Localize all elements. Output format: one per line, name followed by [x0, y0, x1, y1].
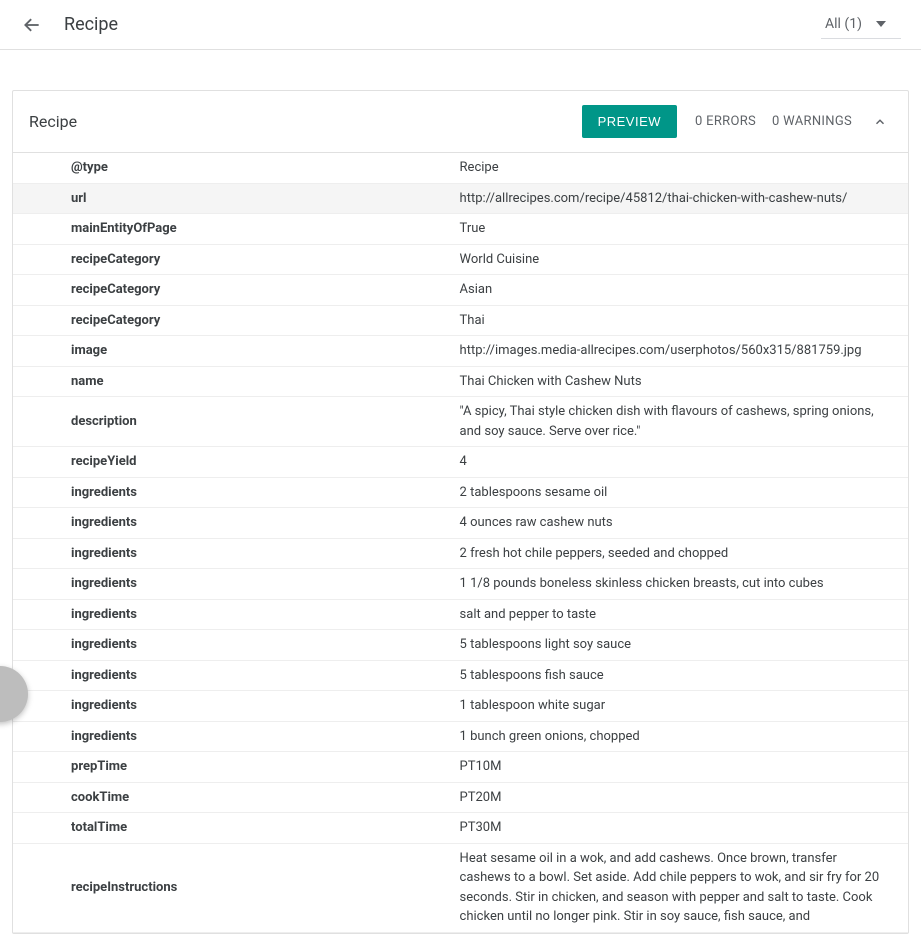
- property-value: Thai Chicken with Cashew Nuts: [452, 366, 908, 397]
- property-value: 4: [452, 447, 908, 478]
- table-row[interactable]: cookTimePT20M: [13, 782, 908, 813]
- property-key: ingredients: [13, 477, 452, 508]
- properties-table: @typeRecipeurlhttp://allrecipes.com/reci…: [13, 153, 908, 933]
- property-key: image: [13, 336, 452, 367]
- property-key: @type: [13, 153, 452, 183]
- property-value: http://images.media-allrecipes.com/userp…: [452, 336, 908, 367]
- property-key: ingredients: [13, 721, 452, 752]
- property-value: Asian: [452, 275, 908, 306]
- table-row[interactable]: @typeRecipe: [13, 153, 908, 183]
- filter-dropdown[interactable]: All (1): [821, 10, 901, 39]
- table-row[interactable]: prepTimePT10M: [13, 752, 908, 783]
- card-title: Recipe: [29, 112, 582, 131]
- property-value: http://allrecipes.com/recipe/45812/thai-…: [452, 183, 908, 214]
- property-value: 5 tablespoons light soy sauce: [452, 630, 908, 661]
- table-row[interactable]: ingredients2 tablespoons sesame oil: [13, 477, 908, 508]
- property-key: ingredients: [13, 630, 452, 661]
- property-key: recipeCategory: [13, 275, 452, 306]
- table-row[interactable]: description"A spicy, Thai style chicken …: [13, 397, 908, 447]
- table-row[interactable]: recipeInstructionsHeat sesame oil in a w…: [13, 843, 908, 932]
- property-value: 5 tablespoons fish sauce: [452, 660, 908, 691]
- table-row[interactable]: ingredients4 ounces raw cashew nuts: [13, 508, 908, 539]
- page-header: Recipe All (1): [0, 0, 921, 50]
- property-key: cookTime: [13, 782, 452, 813]
- property-key: ingredients: [13, 538, 452, 569]
- property-value: 2 tablespoons sesame oil: [452, 477, 908, 508]
- property-value: Recipe: [452, 153, 908, 183]
- table-row[interactable]: mainEntityOfPageTrue: [13, 214, 908, 245]
- table-row[interactable]: ingredients1 tablespoon white sugar: [13, 691, 908, 722]
- chevron-down-icon: [876, 19, 886, 29]
- preview-button[interactable]: PREVIEW: [582, 105, 677, 138]
- table-row[interactable]: nameThai Chicken with Cashew Nuts: [13, 366, 908, 397]
- property-value: Heat sesame oil in a wok, and add cashew…: [452, 843, 908, 932]
- errors-count: 0 ERRORS: [695, 114, 756, 129]
- collapse-button[interactable]: [868, 110, 892, 134]
- property-value: World Cuisine: [452, 244, 908, 275]
- table-row[interactable]: urlhttp://allrecipes.com/recipe/45812/th…: [13, 183, 908, 214]
- table-row[interactable]: imagehttp://images.media-allrecipes.com/…: [13, 336, 908, 367]
- property-key: ingredients: [13, 599, 452, 630]
- property-key: recipeYield: [13, 447, 452, 478]
- table-row[interactable]: ingredients5 tablespoons light soy sauce: [13, 630, 908, 661]
- property-key: ingredients: [13, 691, 452, 722]
- property-key: recipeCategory: [13, 244, 452, 275]
- table-row[interactable]: totalTimePT30M: [13, 813, 908, 844]
- warnings-count: 0 WARNINGS: [772, 114, 852, 129]
- filter-label: All (1): [825, 16, 862, 32]
- property-value: "A spicy, Thai style chicken dish with f…: [452, 397, 908, 447]
- page-title: Recipe: [64, 14, 821, 35]
- property-value: PT30M: [452, 813, 908, 844]
- property-key: ingredients: [13, 660, 452, 691]
- property-key: url: [13, 183, 452, 214]
- table-row[interactable]: ingredients2 fresh hot chile peppers, se…: [13, 538, 908, 569]
- table-row[interactable]: recipeYield4: [13, 447, 908, 478]
- card-header: Recipe PREVIEW 0 ERRORS 0 WARNINGS: [13, 91, 908, 153]
- chevron-up-icon: [873, 115, 887, 129]
- table-row[interactable]: ingredientssalt and pepper to taste: [13, 599, 908, 630]
- property-value: True: [452, 214, 908, 245]
- table-row[interactable]: ingredients5 tablespoons fish sauce: [13, 660, 908, 691]
- property-key: ingredients: [13, 508, 452, 539]
- property-key: recipeInstructions: [13, 843, 452, 932]
- property-value: salt and pepper to taste: [452, 599, 908, 630]
- property-key: description: [13, 397, 452, 447]
- table-row[interactable]: ingredients1 bunch green onions, chopped: [13, 721, 908, 752]
- property-value: PT10M: [452, 752, 908, 783]
- property-key: name: [13, 366, 452, 397]
- property-key: totalTime: [13, 813, 452, 844]
- property-key: prepTime: [13, 752, 452, 783]
- property-value: 1 tablespoon white sugar: [452, 691, 908, 722]
- table-row[interactable]: recipeCategoryThai: [13, 305, 908, 336]
- property-key: recipeCategory: [13, 305, 452, 336]
- back-arrow-icon[interactable]: [20, 13, 44, 37]
- table-row[interactable]: ingredients1 1/8 pounds boneless skinles…: [13, 569, 908, 600]
- property-value: Thai: [452, 305, 908, 336]
- property-value: PT20M: [452, 782, 908, 813]
- property-key: mainEntityOfPage: [13, 214, 452, 245]
- property-value: 4 ounces raw cashew nuts: [452, 508, 908, 539]
- content-wrapper: Recipe PREVIEW 0 ERRORS 0 WARNINGS @type…: [0, 50, 921, 934]
- table-row[interactable]: recipeCategoryAsian: [13, 275, 908, 306]
- table-row[interactable]: recipeCategoryWorld Cuisine: [13, 244, 908, 275]
- property-value: 1 bunch green onions, chopped: [452, 721, 908, 752]
- property-value: 1 1/8 pounds boneless skinless chicken b…: [452, 569, 908, 600]
- property-key: ingredients: [13, 569, 452, 600]
- property-value: 2 fresh hot chile peppers, seeded and ch…: [452, 538, 908, 569]
